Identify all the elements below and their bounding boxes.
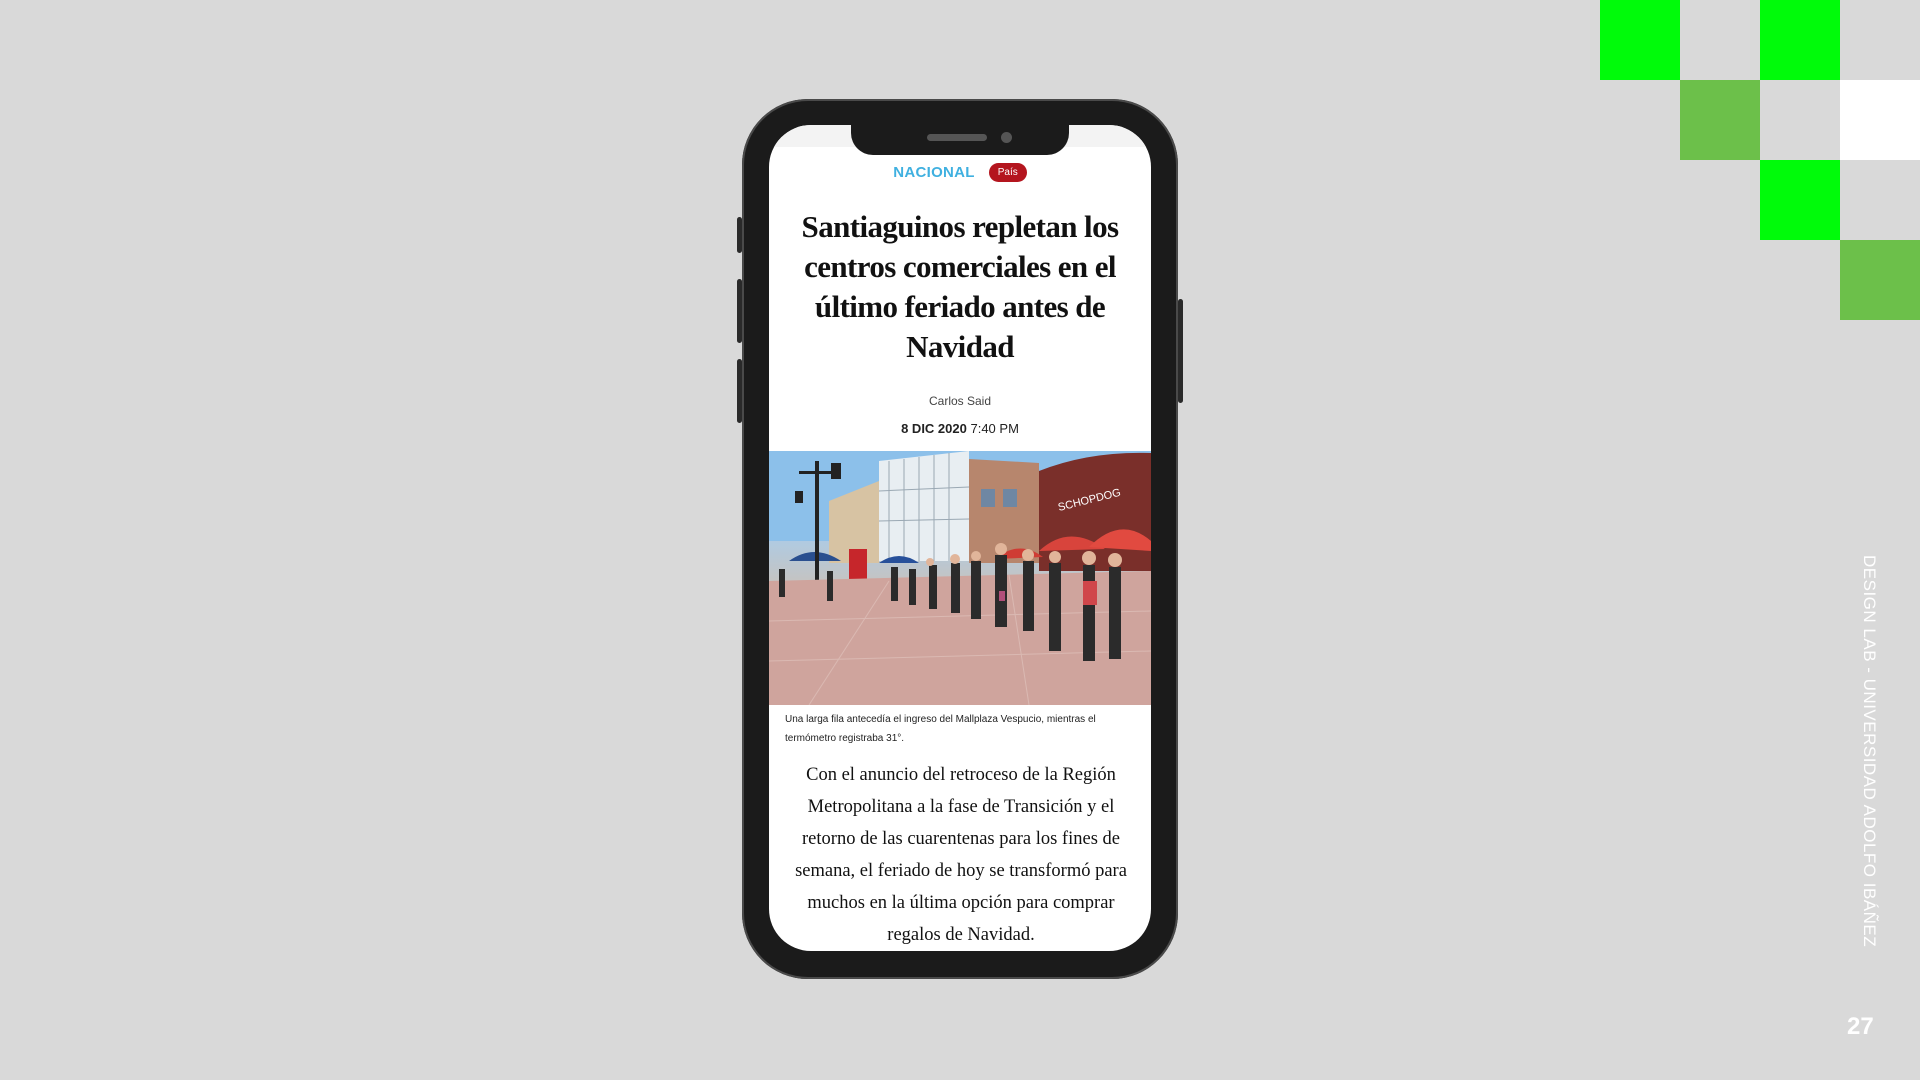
article-dateline: 8 DIC 2020 7:40 PM bbox=[769, 421, 1151, 436]
decor-square bbox=[1840, 80, 1920, 160]
slide-side-label: DESIGN LAB - UNIVERSIDAD ADOLFO IBÁÑEZ bbox=[1860, 555, 1879, 948]
phone-power-button bbox=[1178, 299, 1183, 403]
article-author[interactable]: Carlos Said bbox=[769, 394, 1151, 408]
article-body: Con el anuncio del retroceso de la Regió… bbox=[795, 765, 1127, 945]
article-photo[interactable]: SCHOPDOG bbox=[769, 451, 1151, 705]
decor-square bbox=[1600, 0, 1680, 80]
speaker-icon bbox=[927, 134, 987, 141]
decor-square bbox=[1840, 240, 1920, 320]
photo-caption: Una larga fila antecedía el ingreso del … bbox=[785, 714, 1096, 744]
slide-page-number: 27 bbox=[1847, 1013, 1874, 1040]
article-time: 7:40 PM bbox=[970, 421, 1019, 436]
mall-queue-illustration: SCHOPDOG bbox=[769, 451, 1151, 705]
article-date: 8 DIC 2020 bbox=[901, 421, 967, 436]
tag-badge[interactable]: País bbox=[988, 163, 1027, 182]
decor-square bbox=[1760, 160, 1840, 240]
phone-notch bbox=[851, 125, 1069, 155]
camera-icon bbox=[1001, 132, 1012, 143]
phone-mute-switch bbox=[737, 217, 742, 253]
phone-screen[interactable]: NACIONAL País Santiaguinos repletan los … bbox=[769, 125, 1151, 951]
phone-mockup: NACIONAL País Santiaguinos repletan los … bbox=[737, 99, 1183, 979]
article-headline: Santiaguinos repletan los centros comerc… bbox=[801, 209, 1119, 364]
phone-volume-up-button bbox=[737, 279, 742, 343]
decor-square bbox=[1760, 0, 1840, 80]
article-section-row: NACIONAL País bbox=[769, 163, 1151, 182]
decor-square bbox=[1680, 80, 1760, 160]
section-link[interactable]: NACIONAL bbox=[893, 164, 975, 181]
phone-volume-down-button bbox=[737, 359, 742, 423]
